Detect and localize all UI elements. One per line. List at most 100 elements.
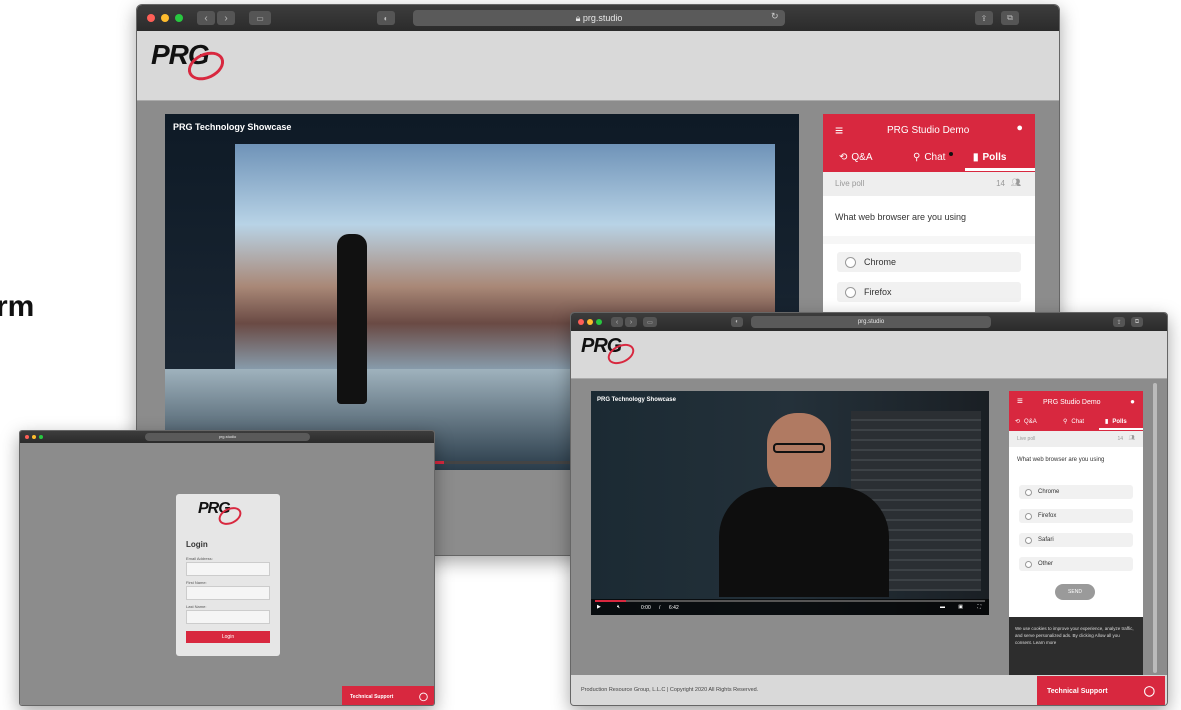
tab-polls-label: Polls [1112,418,1127,425]
tabs-icon[interactable]: ⧉ [1131,317,1143,327]
sidebar-icon[interactable]: ▭ [643,317,657,327]
privacy-shield-icon[interactable]: ◐ [377,11,395,25]
poll-divider [823,236,1035,244]
poll-option-other[interactable]: Other [1019,557,1133,571]
radio-button[interactable] [1025,536,1032,544]
close-window-dot[interactable] [578,319,584,325]
radio-button[interactable] [845,286,856,298]
tab-polls[interactable]: ▮ Polls [973,152,1006,163]
main-content-area: PRG Technology Showcase ▶ 🔇︎ 0:00 / 6:42… [571,379,1167,705]
tab-chat[interactable]: ⚲ Chat [1063,418,1085,426]
partial-heading-text: rm [0,290,35,323]
play-icon[interactable]: ▶ [597,604,601,610]
privacy-shield-icon[interactable]: ◐ [731,317,743,327]
address-bar[interactable]: 🔒︎ prg.studio [413,10,785,26]
radio-button[interactable] [1025,560,1032,568]
user-icon[interactable]: ● [1130,397,1135,406]
forward-icon[interactable]: › [217,11,235,25]
tab-chat-label: Chat [924,152,946,163]
maximize-window-dot[interactable] [596,319,602,325]
live-poll-label: Live poll [835,179,865,188]
live-poll-bar: Live poll 14 👥︎ [823,172,1035,196]
poll-option-safari[interactable]: Safari [1019,533,1133,547]
tab-polls-label: Polls [982,152,1007,163]
tab-chat[interactable]: ⚲ Chat [913,151,954,163]
tab-qa[interactable]: ⟲ Q&A [839,152,873,163]
login-content-area: PRG Login Email Address: First Name: Las… [20,443,434,705]
interaction-panel: ≡ PRG Studio Demo ● ⟲ Q&A ⚲ Chat ▮ Polls Li… [1009,391,1143,691]
poll-option-chrome[interactable]: Chrome [837,252,1021,272]
reload-icon[interactable]: ↻ [771,11,779,22]
menu-icon[interactable]: ≡ [1017,396,1023,407]
pip-icon[interactable]: ▣ [958,604,963,610]
browser-toolbar: prg.studio [20,431,434,443]
chat-bubble-icon: ◯ [1143,685,1155,697]
radio-button[interactable] [1025,488,1032,496]
poll-option-firefox[interactable]: Firefox [1019,509,1133,523]
video-player[interactable]: PRG Technology Showcase ▶ 🔇︎ 0:00 / 6:42… [591,391,989,615]
participants-icon: 👥︎ [1128,435,1135,441]
login-button[interactable]: Login [186,631,270,643]
menu-icon[interactable]: ≡ [835,122,843,138]
site-header: PRG [137,31,1059,101]
maximize-window-dot[interactable] [39,435,43,439]
captions-icon[interactable]: ▬ [940,604,945,610]
tech-support-label: Technical Support [1047,687,1108,695]
share-icon[interactable]: ⇪ [975,11,993,25]
tab-polls[interactable]: ▮ Polls [1105,418,1127,426]
back-icon[interactable]: ‹ [611,317,623,327]
tabs-icon[interactable]: ⧉ [1001,11,1019,25]
last-name-field[interactable] [186,610,270,624]
poll-option-chrome[interactable]: Chrome [1019,485,1133,499]
scrollbar[interactable] [1153,383,1157,673]
fullscreen-icon[interactable]: ⛶ [977,604,981,610]
panel-title: PRG Studio Demo [1043,399,1101,406]
maximize-window-dot[interactable] [175,14,183,22]
radio-button[interactable] [845,256,856,268]
prg-logo[interactable]: PRG [151,39,229,86]
presenter-body [719,487,889,597]
video-progress-bar[interactable] [595,600,985,602]
chat-icon: ⚲ [1063,419,1068,425]
chat-icon: ⚲ [913,152,921,163]
lock-icon: 🔒︎ [575,13,583,23]
email-field[interactable] [186,562,270,576]
browser-toolbar: ‹ › ▭ ◐ 🔒︎ prg.studio ↻ ⇪ ⧉ [137,5,1059,31]
tab-chat-label: Chat [1071,418,1085,425]
close-window-dot[interactable] [25,435,29,439]
active-tab-indicator [965,168,1035,171]
tab-qa[interactable]: ⟲ Q&A [1015,418,1037,426]
video-progress-fill [595,600,627,602]
first-name-label: First Name: [186,580,207,585]
technical-support-button[interactable]: Technical Support ◯ [342,686,434,705]
address-bar[interactable]: prg.studio [145,433,310,441]
mute-icon[interactable]: 🔇︎ [617,604,620,610]
tab-qa-label: Q&A [1024,418,1037,425]
forward-icon[interactable]: › [625,317,637,327]
qa-icon: ⟲ [1015,419,1021,425]
minimize-window-dot[interactable] [32,435,36,439]
share-icon[interactable]: ⇪ [1113,317,1125,327]
send-button[interactable]: SEND [1055,584,1095,600]
video-title: PRG Technology Showcase [597,397,676,403]
last-name-label: Last Name: [186,604,207,609]
first-name-field[interactable] [186,586,270,600]
minimize-window-dot[interactable] [587,319,593,325]
video-title: PRG Technology Showcase [173,122,292,132]
poll-option-firefox[interactable]: Firefox [837,282,1021,302]
address-bar[interactable]: prg.studio [751,316,991,328]
user-icon[interactable]: ● [1016,122,1023,134]
video-controls: ▶ 🔇︎ 0:00 / 6:42 ▬ ▣ ⛶ [591,599,989,615]
minimize-window-dot[interactable] [161,14,169,22]
back-icon[interactable]: ‹ [197,11,215,25]
technical-support-button[interactable]: Technical Support ◯ [1037,676,1165,705]
live-poll-label: Live poll [1017,436,1036,442]
tech-support-label: Technical Support [350,693,394,700]
url-text: prg.studio [218,434,237,439]
prg-logo[interactable]: PRG [581,335,638,369]
close-window-dot[interactable] [147,14,155,22]
login-browser-window: prg.studio PRG Login Email Address: Firs… [19,430,435,706]
radio-button[interactable] [1025,512,1032,520]
sidebar-icon[interactable]: ▭ [249,11,271,25]
option-label: Other [1038,561,1054,567]
